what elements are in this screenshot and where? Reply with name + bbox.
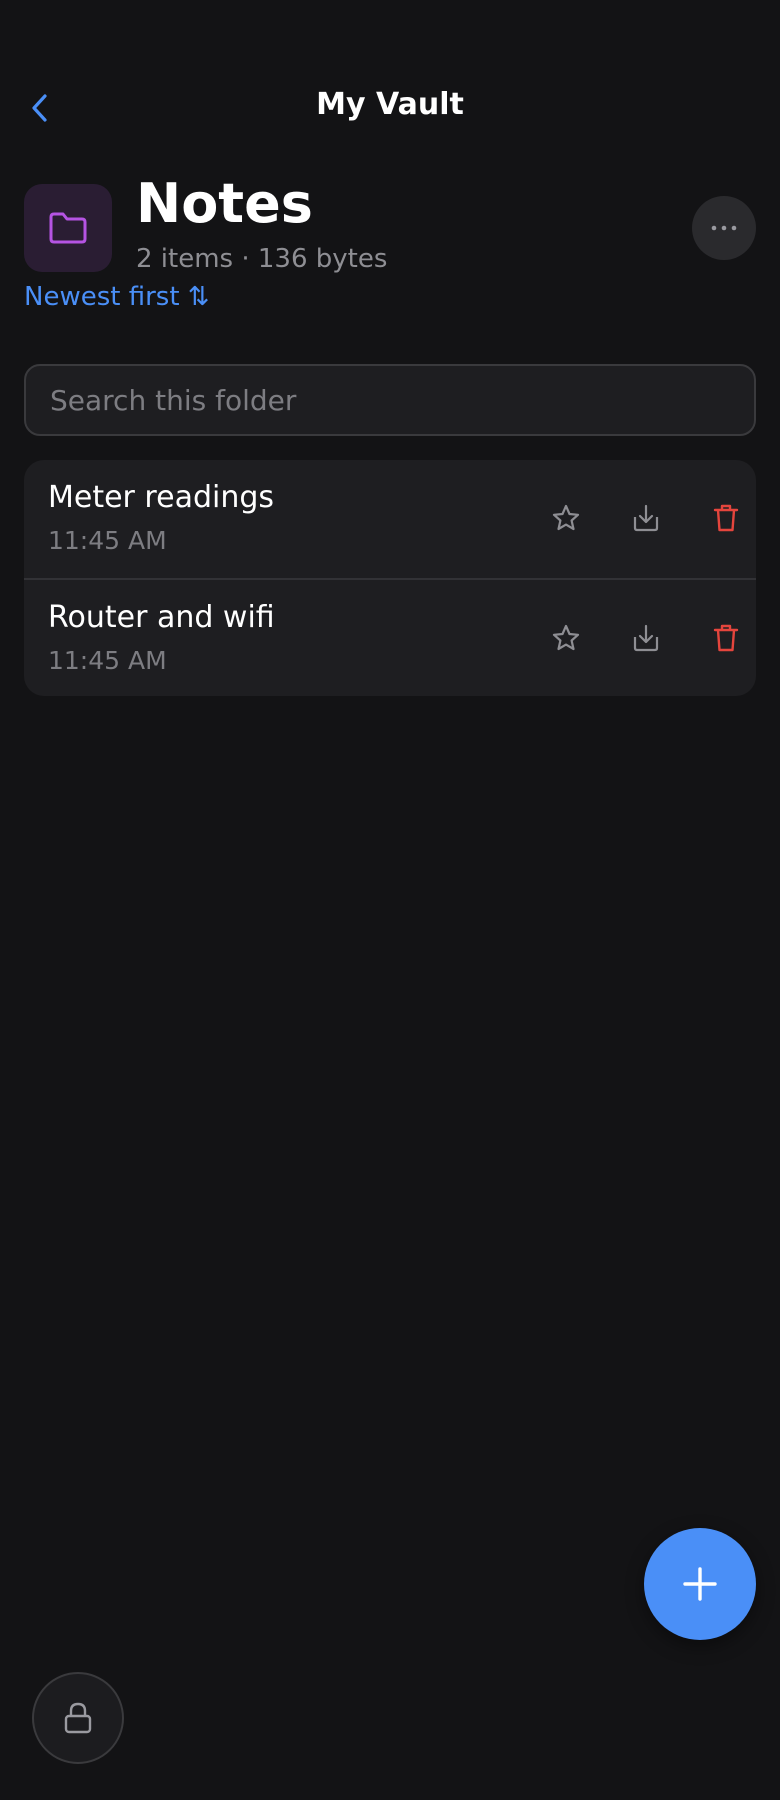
- item-title: Router and wifi: [48, 600, 275, 635]
- lock-icon: [64, 1702, 92, 1734]
- search-input[interactable]: [26, 366, 754, 434]
- item-time: 11:45 AM: [48, 526, 167, 555]
- trash-icon: [713, 624, 739, 652]
- delete-button[interactable]: [700, 612, 752, 664]
- list-item[interactable]: Meter readings 11:45 AM: [24, 460, 756, 578]
- download-icon: [633, 624, 659, 652]
- notes-folder-screen: My Vault Notes 2 items · 136 bytes Newes…: [0, 0, 780, 1800]
- lock-vault-button[interactable]: [32, 1672, 124, 1764]
- list-item[interactable]: Router and wifi 11:45 AM: [24, 578, 756, 696]
- top-nav: My Vault: [0, 72, 780, 144]
- more-options-button[interactable]: [692, 196, 756, 260]
- delete-button[interactable]: [700, 492, 752, 544]
- add-note-button[interactable]: [644, 1528, 756, 1640]
- folder-meta: 2 items · 136 bytes: [136, 244, 388, 274]
- sort-toggle[interactable]: Newest first ⇅: [24, 282, 210, 312]
- download-button[interactable]: [620, 492, 672, 544]
- plus-icon: [683, 1567, 717, 1601]
- folder-title: Notes: [136, 172, 313, 235]
- search-box: [24, 364, 756, 436]
- folder-icon-tile: [24, 184, 112, 272]
- star-icon: [552, 504, 580, 531]
- item-title: Meter readings: [48, 480, 275, 515]
- favorite-button[interactable]: [540, 492, 592, 544]
- ellipsis-icon: [711, 225, 737, 231]
- item-time: 11:45 AM: [48, 646, 167, 675]
- trash-icon: [713, 504, 739, 532]
- favorite-button[interactable]: [540, 612, 592, 664]
- folder-icon: [49, 212, 87, 244]
- star-icon: [552, 624, 580, 651]
- download-icon: [633, 504, 659, 532]
- download-button[interactable]: [620, 612, 672, 664]
- notes-list: Meter readings 11:45 AM Router and wifi …: [24, 460, 756, 696]
- nav-title: My Vault: [316, 87, 464, 122]
